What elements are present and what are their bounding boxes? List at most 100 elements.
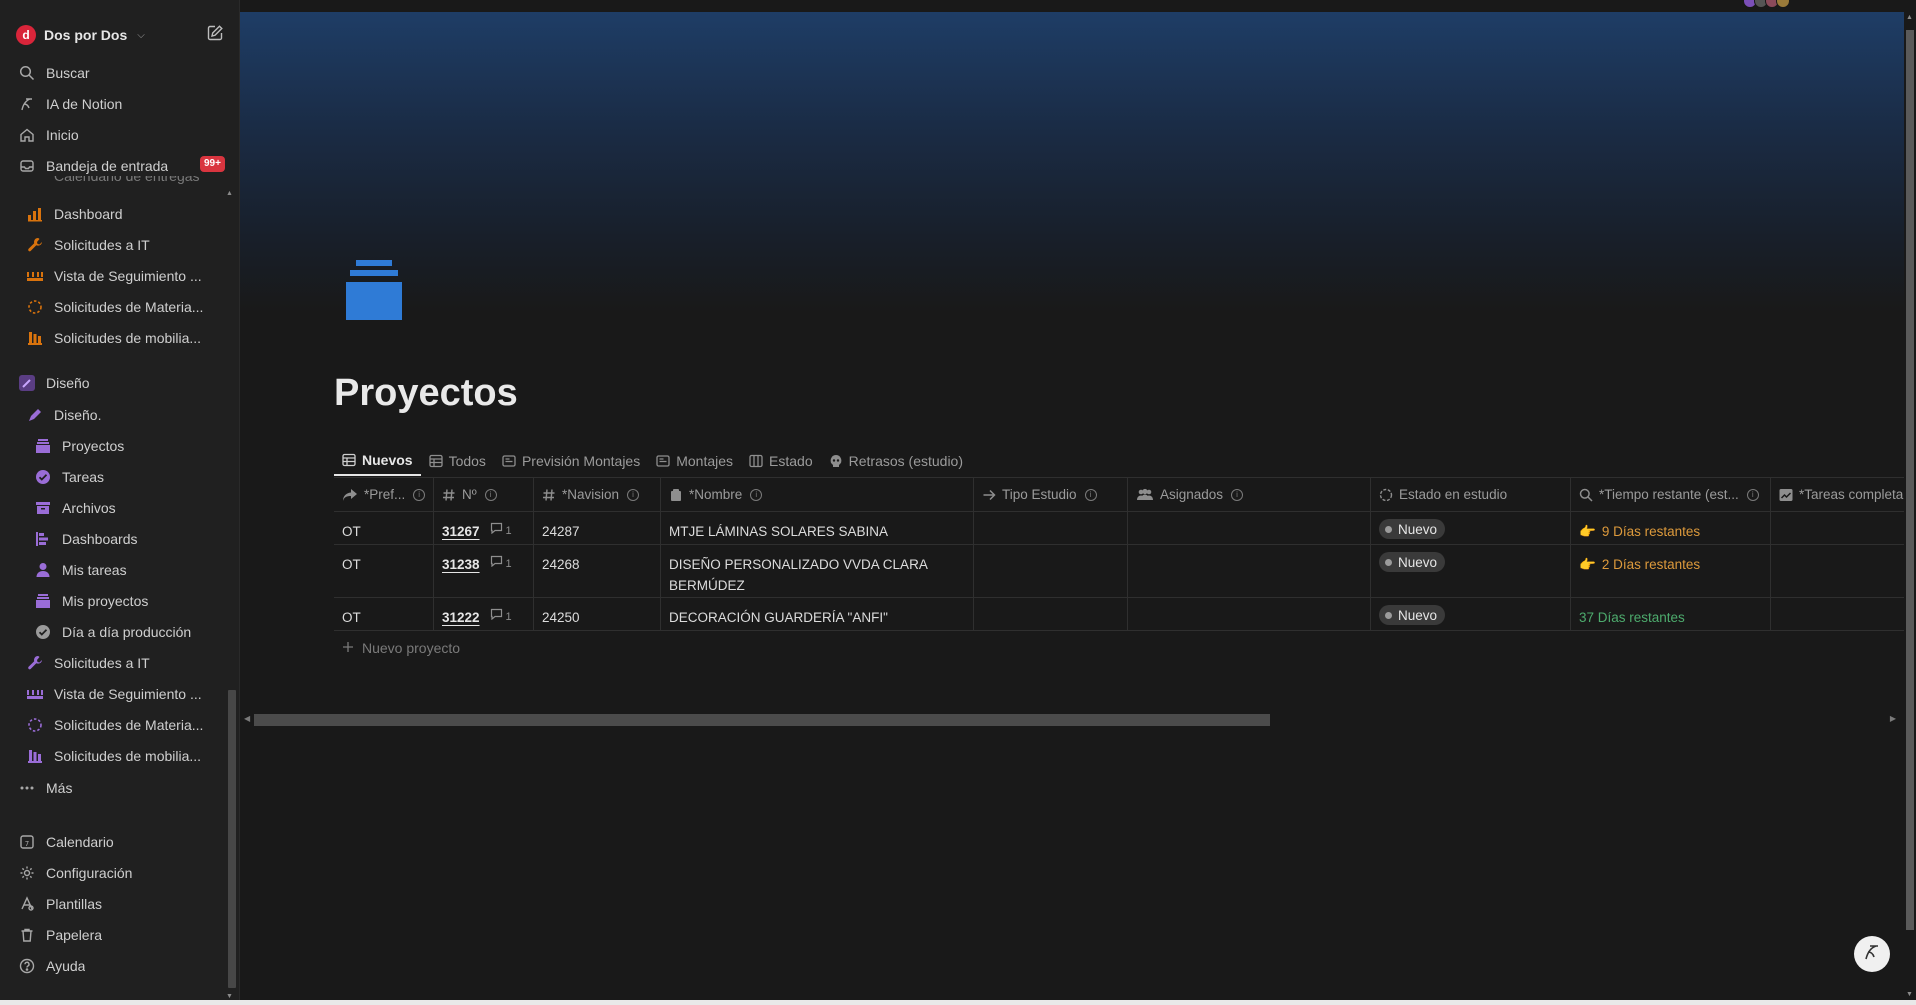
cell-estado[interactable]: Nuevo [1371,512,1571,544]
cell-pref[interactable]: OT [334,598,434,630]
sidebar-item-settings[interactable]: Configuración [8,859,230,887]
cell-nombre[interactable]: DECORACIÓN GUARDERÍA "ANFI" [661,598,974,630]
sidebar-item-dashboard[interactable]: Dashboard [8,200,230,228]
notion-ai-button[interactable] [1854,936,1890,972]
cell-pref[interactable]: OT [334,512,434,544]
sidebar-item-search[interactable]: Buscar [8,59,230,87]
sidebar-item-proyectos[interactable]: Proyectos [8,432,230,460]
status-badge[interactable]: Nuevo [1379,605,1446,625]
cell-numero[interactable]: 31238 1 [434,545,534,597]
sidebar-item-calendar[interactable]: 7 Calendario [8,828,230,856]
sidebar-item-it-requests[interactable]: Solicitudes a IT [8,231,230,259]
cell-tareas[interactable] [1771,512,1904,544]
info-icon[interactable]: i [750,488,763,501]
sidebar-section-diseno[interactable]: Diseño [8,369,230,397]
cell-tareas[interactable] [1771,545,1904,597]
column-header-tareas[interactable]: *Tareas completa [1771,478,1904,511]
page-cover[interactable] [240,12,1904,312]
comment-count[interactable]: 1 [490,607,512,628]
sidebar-item-furniture-requests[interactable]: Solicitudes de mobilia... [8,324,230,352]
cell-estado[interactable]: Nuevo [1371,598,1571,630]
cell-tiempo-restante[interactable]: 👉 9 Días restantes [1571,512,1771,544]
cell-tiempo-restante[interactable]: 👉 2 Días restantes [1571,545,1771,597]
column-header-pref[interactable]: *Pref... i [334,478,434,511]
page-title[interactable]: Proyectos [334,372,518,415]
sidebar-item-mis-tareas[interactable]: Mis tareas [8,556,230,584]
column-header-asignados[interactable]: Asignados i [1128,478,1371,511]
info-icon[interactable]: i [627,488,640,501]
tab-retrasos[interactable]: Retrasos (estudio) [821,446,971,476]
cell-navision[interactable]: 24268 [534,545,661,597]
scroll-up-arrow-icon[interactable]: ▲ [1906,14,1913,21]
column-header-nombre[interactable]: *Nombre i [661,478,974,511]
sidebar-item-furniture-requests-2[interactable]: Solicitudes de mobilia... [8,742,230,770]
sidebar-item-dia-a-dia[interactable]: Día a día producción [8,618,230,646]
stack-icon[interactable] [346,260,402,320]
scroll-up-arrow-icon[interactable]: ▲ [226,190,233,197]
column-header-tiempo-restante[interactable]: *Tiempo restante (est... i [1571,478,1771,511]
table-row[interactable]: OT 31267 1 24287 MTJE LÁMINAS SOLARES SA… [334,512,1904,545]
sidebar-scrollbar[interactable]: ▲ ▼ [226,190,236,1000]
sidebar-item-tracking-view-2[interactable]: Vista de Seguimiento ... [8,680,230,708]
cell-tareas[interactable] [1771,598,1904,630]
sidebar-item-more[interactable]: Más [8,774,230,802]
cell-tiempo-restante[interactable]: 37 Días restantes [1571,598,1771,630]
sidebar-item-archivos[interactable]: Archivos [8,494,230,522]
sidebar-item-help[interactable]: Ayuda [8,952,230,980]
column-header-tipo-estudio[interactable]: Tipo Estudio i [974,478,1128,511]
info-icon[interactable]: i [413,488,425,501]
sidebar-item-mis-proyectos[interactable]: Mis proyectos [8,587,230,615]
cell-tipo-estudio[interactable] [974,598,1128,630]
cell-navision[interactable]: 24250 [534,598,661,630]
info-icon[interactable]: i [484,488,497,501]
sidebar-item-notion-ai[interactable]: IA de Notion [8,90,230,118]
info-icon[interactable]: i [1746,488,1759,501]
column-header-estado[interactable]: Estado en estudio [1371,478,1571,511]
tab-estado[interactable]: Estado [741,446,821,476]
scroll-left-arrow-icon[interactable]: ◀ [244,714,250,723]
scroll-down-arrow-icon[interactable]: ▼ [226,993,233,1000]
record-number[interactable]: 31222 [442,607,480,628]
info-icon[interactable]: i [1231,488,1244,501]
workspace-switcher[interactable]: d Dos por Dos ⌵ [16,24,145,46]
cell-asignados[interactable] [1128,512,1371,544]
status-badge[interactable]: Nuevo [1379,552,1446,572]
comment-count[interactable]: 1 [490,554,512,575]
info-icon[interactable]: i [1084,488,1097,501]
sidebar-item-tareas[interactable]: Tareas [8,463,230,491]
sidebar-item-material-requests-2[interactable]: Solicitudes de Materia... [8,711,230,739]
cell-nombre[interactable]: MTJE LÁMINAS SOLARES SABINA BOULEVARD [661,512,974,544]
horizontal-scroll-thumb[interactable] [254,714,1270,726]
comment-count[interactable]: 1 [490,521,512,542]
cell-estado[interactable]: Nuevo [1371,545,1571,597]
tab-montajes[interactable]: Montajes [648,446,741,476]
new-page-icon[interactable] [206,24,226,44]
cell-tipo-estudio[interactable] [974,512,1128,544]
sidebar-item-trash[interactable]: Papelera [8,921,230,949]
cell-tipo-estudio[interactable] [974,545,1128,597]
column-header-numero[interactable]: Nº i [434,478,534,511]
tab-nuevos[interactable]: Nuevos [334,446,421,476]
tab-prevision-montajes[interactable]: Previsión Montajes [494,446,648,476]
tab-todos[interactable]: Todos [421,446,494,476]
vertical-scroll-thumb[interactable] [1906,30,1914,930]
sidebar-item-dashboards[interactable]: Dashboards [8,525,230,553]
cell-numero[interactable]: 31222 1 [434,598,534,630]
sidebar-item-templates[interactable]: Plantillas [8,890,230,918]
status-badge[interactable]: Nuevo [1379,519,1446,539]
scroll-right-arrow-icon[interactable]: ▶ [1890,714,1896,723]
column-header-navision[interactable]: *Navision i [534,478,661,511]
cell-asignados[interactable] [1128,545,1371,597]
sidebar-item-it-requests-2[interactable]: Solicitudes a IT [8,649,230,677]
cell-asignados[interactable] [1128,598,1371,630]
table-horizontal-scrollbar[interactable]: ◀ ▶ [244,712,1896,726]
sidebar-item-material-requests[interactable]: Solicitudes de Materia... [8,293,230,321]
cell-navision[interactable]: 24287 [534,512,661,544]
sidebar-scroll-thumb[interactable] [228,690,236,988]
new-row-button[interactable]: Nuevo proyecto [334,631,1904,664]
sidebar-item-diseno-root[interactable]: Diseño. [8,401,230,429]
sidebar-item-tracking-view[interactable]: Vista de Seguimiento ... [8,262,230,290]
table-row[interactable]: OT 31222 1 24250 DECORACIÓN GUARDERÍA "A… [334,598,1904,631]
record-number[interactable]: 31267 [442,521,480,542]
record-number[interactable]: 31238 [442,554,480,575]
